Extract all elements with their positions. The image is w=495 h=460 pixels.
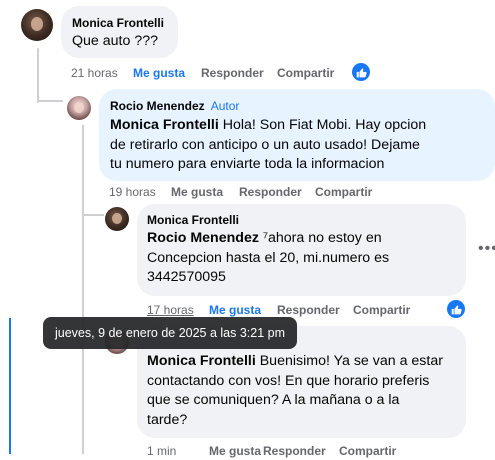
comment-time[interactable]: 19 horas [109,185,156,199]
reply-button[interactable]: Responder [239,185,302,199]
more-options-icon[interactable]: ••• [478,240,495,258]
mention-link[interactable]: Rocio Menendez [147,230,259,246]
comment-author[interactable]: Monica Frontelli [147,213,239,227]
comment-text: Monica Frontelli Hola! Son Fiat Mobi. Ha… [110,116,490,175]
comment-text-line: Concepcion hasta el 20, mi.numero es [147,249,390,266]
comment-author[interactable]: Rocio Menendez Autor [110,99,239,113]
thread-highlight-line [9,318,11,454]
thread-line [82,125,84,216]
avatar[interactable] [105,207,129,231]
reply-button[interactable]: Responder [263,444,326,458]
comment-text-line: Monica Frontelli Buenisimo! Ya se van a … [147,352,463,372]
comment-time[interactable]: 21 horas [71,66,118,80]
like-button[interactable]: Me gusta [133,66,185,80]
comment-time[interactable]: 17 horas [147,303,194,317]
comment-text: Que auto ??? [72,33,158,49]
comment-time[interactable]: 1 min [147,444,176,458]
like-button[interactable]: Me gusta [209,444,261,458]
comment-text-segment: Hola! Son Fiat Mobi. Hay opcion [218,117,427,133]
comment-text-line: 3442570095 [147,269,226,285]
thread-line-curve [37,100,63,102]
share-button[interactable]: Compartir [353,303,410,317]
share-button[interactable]: Compartir [339,444,396,458]
comment-text-line: tarde? [147,411,188,428]
like-button[interactable]: Me gusta [209,303,261,317]
avatar-face [112,213,122,224]
avatar-face [74,102,84,113]
mention-link[interactable]: Monica Frontelli [147,353,256,369]
avatar[interactable] [67,96,91,120]
comment-actions: 21 horas Me gusta Responder Compartir [71,66,371,82]
reply-button[interactable]: Responder [201,66,264,80]
comment-text-segment: ⁷ahora no estoy en [258,230,382,246]
thumbs-up-icon[interactable] [447,300,465,318]
comment-text-line: tu numero para enviarte toda la informac… [110,156,385,172]
comment-text-line: de retirarlo con anticipo o un auto usad… [110,136,420,153]
comment-text: Monica Frontelli Buenisimo! Ya se van a … [147,352,463,430]
thread-line [37,48,39,103]
author-badge: Autor [210,99,240,113]
timestamp-tooltip: jueves, 9 de enero de 2025 a las 3:21 pm [43,317,298,349]
mention-link[interactable]: Monica Frontelli [110,117,219,133]
share-button[interactable]: Compartir [315,185,372,199]
comment-text-segment: Buenisimo! Ya se van a estar [255,353,443,369]
comment-text-line: contactando con vos! En que horario pref… [147,372,430,389]
share-button[interactable]: Compartir [277,66,334,80]
comment-actions: 19 horas Me gusta Responder Compartir [109,185,409,201]
comment-text: Rocio Menendez ⁷ahora no estoy en Concep… [147,229,463,288]
comment-actions: 1 min Me gusta Responder Compartir [147,444,447,460]
comment-text-line: Rocio Menendez ⁷ahora no estoy en [147,229,463,249]
comment-text-line: Monica Frontelli Hola! Son Fiat Mobi. Ha… [110,116,490,136]
thread-line-curve [82,214,104,216]
comment-text-line: que se comuniquen? A la mañana o a la [147,392,400,408]
comment-author[interactable]: Monica Frontelli [72,16,164,30]
thumbs-up-icon[interactable] [352,63,370,81]
reply-button[interactable]: Responder [277,303,340,317]
like-button[interactable]: Me gusta [171,185,223,199]
avatar-face [30,17,44,32]
avatar[interactable] [21,9,53,41]
